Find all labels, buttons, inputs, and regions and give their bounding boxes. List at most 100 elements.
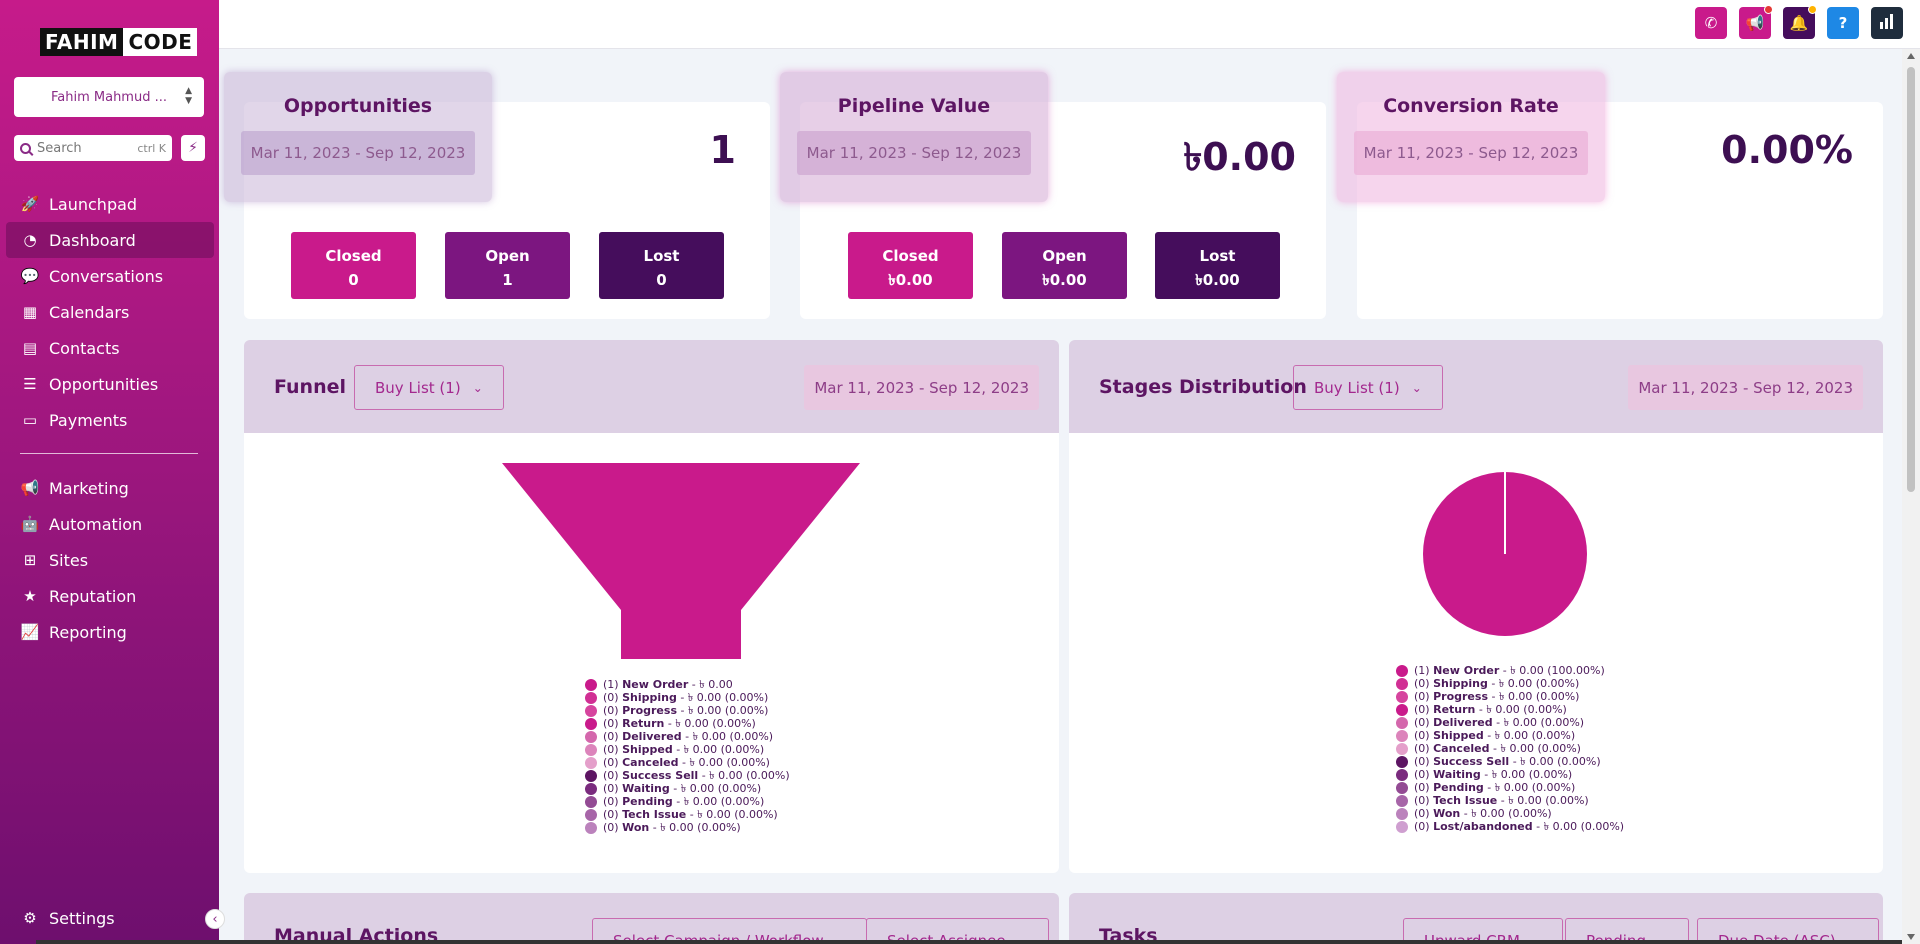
legend-stage-name: Waiting [1433,768,1481,781]
legend-item[interactable]: (0) Canceled - ৳ 0.00 (0.00%) [1396,742,1624,755]
date-range[interactable]: Mar 11, 2023 - Sep 12, 2023 [804,365,1039,410]
legend-item[interactable]: (0) Won - ৳ 0.00 (0.00%) [585,821,790,834]
legend-count: (0) [603,808,619,821]
search-icon [20,142,31,154]
legend-stage-name: Canceled [622,756,679,769]
legend-count: (0) [603,743,619,756]
phone-button[interactable]: ✆ [1695,7,1727,39]
pipeline-dropdown[interactable]: Buy List (1) ⌄ [354,365,504,410]
legend-stage-value: - ৳ 0.00 (0.00%) [682,756,770,769]
legend-item[interactable]: (0) Progress - ৳ 0.00 (0.00%) [585,704,790,717]
sidebar-item-reporting[interactable]: 📈 Reporting [6,614,214,650]
legend-count: (0) [1414,703,1430,716]
sidebar-item-dashboard[interactable]: ◔ Dashboard [6,222,214,258]
panel-title: Stages Distribution [1099,376,1307,398]
bar-chart-icon [1878,12,1896,34]
legend-item[interactable]: (0) Shipped - ৳ 0.00 (0.00%) [1396,729,1624,742]
conversion-header: Conversion Rate Mar 11, 2023 - Sep 12, 2… [1337,72,1605,202]
horizontal-scrollbar[interactable] [36,940,1902,944]
quick-action-button[interactable]: ⚡ [181,135,205,161]
chevron-down-icon: ⌄ [1411,380,1422,395]
chat-icon: 💬 [20,267,40,285]
notifications-button[interactable]: 🔔 [1783,5,1817,39]
legend-item[interactable]: (1) New Order - ৳ 0.00 [585,678,790,691]
legend-stage-name: Waiting [622,782,670,795]
legend-swatch [585,808,597,821]
sidebar-item-settings[interactable]: ⚙ Settings [6,900,214,936]
legend-item[interactable]: (0) Shipping - ৳ 0.00 (0.00%) [585,691,790,704]
card-title: Pipeline Value [837,95,991,117]
legend-item[interactable]: (0) Shipping - ৳ 0.00 (0.00%) [1396,677,1624,690]
funnel-segment-new-order[interactable] [502,463,860,659]
legend-item[interactable]: (0) Shipped - ৳ 0.00 (0.00%) [585,743,790,756]
pipeline-lost[interactable]: Lost ৳0.00 [1155,232,1280,299]
legend-item[interactable]: (0) Pending - ৳ 0.00 (0.00%) [585,795,790,808]
date-range[interactable]: Mar 11, 2023 - Sep 12, 2023 [796,131,1032,175]
date-range[interactable]: Mar 11, 2023 - Sep 12, 2023 [1353,131,1589,175]
legend-stage-value: - ৳ 0.00 (0.00%) [689,808,778,821]
scroll-up-icon[interactable] [1907,53,1915,59]
legend-swatch [585,743,597,756]
legend-item[interactable]: (0) Success Sell - ৳ 0.00 (0.00%) [585,769,790,782]
closed-value: ৳0.00 [888,271,933,289]
opportunities-closed[interactable]: Closed 0 [291,232,416,299]
legend-stage-value: - ৳ 0.00 (0.00%) [1487,729,1576,742]
legend-item[interactable]: (0) Lost/abandoned - ৳ 0.00 (0.00%) [1396,820,1624,833]
announcements-button[interactable]: 📢 [1739,5,1773,39]
sidebar-item-launchpad[interactable]: 🚀 Launchpad [6,186,214,222]
legend-count: (0) [1414,729,1430,742]
legend-item[interactable]: (1) New Order - ৳ 0.00 (100.00%) [1396,664,1624,677]
legend-item[interactable]: (0) Waiting - ৳ 0.00 (0.00%) [1396,768,1624,781]
payments-icon: ▭ [22,411,38,429]
sidebar-item-opportunities[interactable]: ☰ Opportunities [6,366,214,402]
lost-value: ৳0.00 [1195,271,1240,289]
sidebar-item-automation[interactable]: 🤖 Automation [6,506,214,542]
legend-item[interactable]: (0) Tech Issue - ৳ 0.00 (0.00%) [585,808,790,821]
sidebar-item-sites[interactable]: ⊞ Sites [6,542,214,578]
scroll-down-icon[interactable] [1907,934,1915,940]
sidebar-item-label: Contacts [49,338,120,358]
legend-stage-name: New Order [622,678,689,691]
page-scrollbar[interactable] [1902,49,1920,944]
legend-item[interactable]: (0) Progress - ৳ 0.00 (0.00%) [1396,690,1624,703]
sidebar-item-marketing[interactable]: 📢 Marketing [6,470,214,506]
help-button[interactable]: ? [1827,7,1859,39]
legend-stage-value: - ৳ 0.00 (0.00%) [1496,716,1585,729]
legend-item[interactable]: (0) Won - ৳ 0.00 (0.00%) [1396,807,1624,820]
legend-item[interactable]: (0) Delivered - ৳ 0.00 (0.00%) [585,730,790,743]
opportunities-lost[interactable]: Lost 0 [599,232,724,299]
legend-item[interactable]: (0) Pending - ৳ 0.00 (0.00%) [1396,781,1624,794]
legend-item[interactable]: (0) Delivered - ৳ 0.00 (0.00%) [1396,716,1624,729]
stats-button[interactable] [1871,7,1903,39]
sidebar-item-payments[interactable]: ▭ Payments [6,402,214,438]
scrollbar-thumb[interactable] [1907,67,1915,492]
legend-item[interactable]: (0) Success Sell - ৳ 0.00 (0.00%) [1396,755,1624,768]
sidebar-item-label: Opportunities [49,374,159,394]
pipeline-closed[interactable]: Closed ৳0.00 [848,232,973,299]
sidebar-item-reputation[interactable]: ★ Reputation [6,578,214,614]
sidebar-collapse-button[interactable]: ‹ [205,909,225,929]
legend-item[interactable]: (0) Return - ৳ 0.00 (0.00%) [585,717,790,730]
legend-swatch [585,782,597,795]
sidebar-item-contacts[interactable]: ▤ Contacts [6,330,214,366]
legend-stage-value: - ৳ 0.00 [691,678,733,691]
sidebar-item-calendars[interactable]: ▦ Calendars [6,294,214,330]
pipeline-open[interactable]: Open ৳0.00 [1002,232,1127,299]
search-input[interactable]: Search ctrl K [14,135,172,161]
brand-logo[interactable]: FAHIM CODE [40,28,198,56]
legend-item[interactable]: (0) Tech Issue - ৳ 0.00 (0.00%) [1396,794,1624,807]
date-range[interactable]: Mar 11, 2023 - Sep 12, 2023 [1628,365,1863,410]
legend-stage-name: Tech Issue [622,808,687,821]
opportunities-open[interactable]: Open 1 [445,232,570,299]
legend-item[interactable]: (0) Canceled - ৳ 0.00 (0.00%) [585,756,790,769]
date-range[interactable]: Mar 11, 2023 - Sep 12, 2023 [240,131,476,175]
pipeline-dropdown[interactable]: Buy List (1) ⌄ [1293,365,1443,410]
sidebar-item-conversations[interactable]: 💬 Conversations [6,258,214,294]
star-icon: ★ [23,587,37,605]
tasks-panel-header: Tasks Upward CRM ⌄ Pending ⌄ Due Date (A… [1069,893,1883,944]
account-switcher[interactable]: Fahim Mahmud ... ▲ ▼ [14,77,204,117]
legend-count: (0) [603,782,619,795]
legend-item[interactable]: (0) Waiting - ৳ 0.00 (0.00%) [585,782,790,795]
legend-swatch [585,717,597,730]
legend-item[interactable]: (0) Return - ৳ 0.00 (0.00%) [1396,703,1624,716]
